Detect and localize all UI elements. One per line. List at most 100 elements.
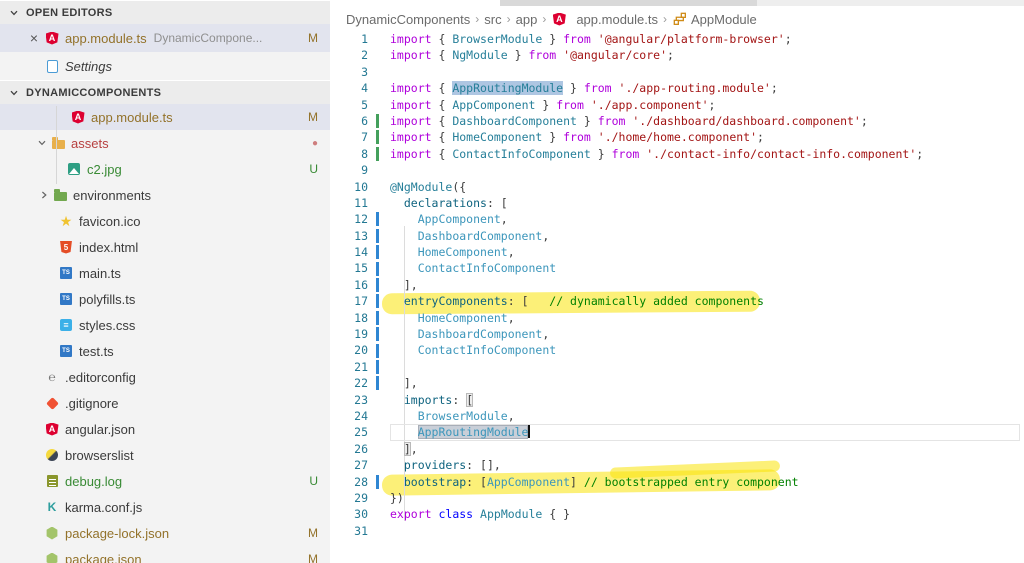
tree-item-karma-conf-js[interactable]: Kkarma.conf.js <box>0 494 330 520</box>
code-line[interactable]: DashboardComponent, <box>390 228 1020 244</box>
code-line[interactable]: ContactInfoComponent <box>390 342 1020 358</box>
tree-item-styles-css[interactable]: ≡ styles.css <box>0 312 330 338</box>
tree-item-environments[interactable]: environments <box>0 182 330 208</box>
code-line[interactable]: HomeComponent, <box>390 310 1020 326</box>
code-line[interactable] <box>390 523 1020 539</box>
line-number: 31 <box>354 523 368 538</box>
code-line[interactable]: imports: [ <box>390 392 1020 408</box>
tree-item-main-ts[interactable]: TS main.ts <box>0 260 330 286</box>
code-line[interactable]: AppRoutingModule <box>390 424 1020 440</box>
line-number: 9 <box>361 163 368 178</box>
tree-item-label: environments <box>73 187 152 203</box>
code-line[interactable]: declarations: [ <box>390 195 1020 211</box>
code-line[interactable]: ], <box>390 277 1020 293</box>
breadcrumb-item-app-module-ts[interactable]: Aapp.module.ts <box>551 11 658 27</box>
browserslist-icon <box>44 447 60 463</box>
folder-green-icon <box>52 187 68 203</box>
tree-item-angular-json[interactable]: Aangular.json <box>0 416 330 442</box>
tree-item-index-html[interactable]: 5 index.html <box>0 234 330 260</box>
code-line[interactable]: import { ContactInfoComponent } from './… <box>390 146 1020 162</box>
breadcrumb-item-src[interactable]: src <box>484 12 501 27</box>
tree-item-package-json[interactable]: package.json M <box>0 546 330 563</box>
chevron-down-icon <box>6 85 22 101</box>
tree-item-label: assets <box>71 135 109 151</box>
open-editor-item[interactable]: Settings <box>0 52 330 80</box>
code-line[interactable] <box>390 64 1020 80</box>
angular-icon: A <box>44 30 60 46</box>
line-number: 26 <box>354 441 368 456</box>
code-line[interactable]: export class AppModule { } <box>390 506 1020 522</box>
code-line[interactable]: AppComponent, <box>390 211 1020 227</box>
code-line[interactable]: import { AppComponent } from './app.comp… <box>390 97 1020 113</box>
tree-item-label: test.ts <box>79 343 114 359</box>
code-line[interactable]: entryComponents: [ // dynamically added … <box>390 293 1020 309</box>
tree-item--editorconfig[interactable]: ℮ .editorconfig <box>0 364 330 390</box>
tree-item-favicon-ico[interactable]: ★ favicon.ico <box>0 208 330 234</box>
code-line[interactable]: bootstrap: [AppComponent] // bootstrappe… <box>390 474 1020 490</box>
tree-item-polyfills-ts[interactable]: TS polyfills.ts <box>0 286 330 312</box>
tree-item-label: karma.conf.js <box>65 499 143 515</box>
code-line[interactable]: import { DashboardComponent } from './da… <box>390 113 1020 129</box>
tree-item-test-ts[interactable]: TS test.ts <box>0 338 330 364</box>
code-line[interactable]: HomeComponent, <box>390 244 1020 260</box>
star-icon: ★ <box>59 212 73 229</box>
tree-item-label: app.module.ts <box>91 109 173 125</box>
tree-item-label: main.ts <box>79 265 121 281</box>
gutter-modified-bar <box>376 376 379 391</box>
line-number: 12 <box>354 212 368 227</box>
line-number: 29 <box>354 490 368 505</box>
gutter-modified-bar <box>376 310 379 325</box>
code-line[interactable]: }) <box>390 490 1020 506</box>
gutter-modified-bar <box>376 343 379 358</box>
open-editors-section-header[interactable]: OPEN EDITORS <box>0 0 330 24</box>
close-editor-icon[interactable]: × <box>24 31 44 45</box>
tree-item-assets[interactable]: assets ● <box>0 130 330 156</box>
code-line[interactable]: ], <box>390 441 1020 457</box>
tree-item-c2-jpg[interactable]: c2.jpg U <box>0 156 330 182</box>
git-status-badge: U <box>309 474 318 488</box>
ts-icon: TS <box>58 291 74 307</box>
code-line[interactable]: DashboardComponent, <box>390 326 1020 342</box>
code-line[interactable] <box>390 162 1020 178</box>
code-line[interactable]: import { HomeComponent } from './home/ho… <box>390 129 1020 145</box>
code-lines: import { BrowserModule } from '@angular/… <box>390 31 1020 539</box>
chevron-down-icon <box>6 5 22 21</box>
tree-item-debug-log[interactable]: debug.log U <box>0 468 330 494</box>
tree-item-browserslist[interactable]: browserslist <box>0 442 330 468</box>
tab-strip-remnant <box>757 0 1024 6</box>
tree-item-label: .editorconfig <box>65 369 136 385</box>
tree-item--gitignore[interactable]: .gitignore <box>0 390 330 416</box>
breadcrumb-item-dynamiccomponents[interactable]: DynamicComponents <box>346 12 470 27</box>
code-line[interactable]: providers: [], <box>390 457 1020 473</box>
tree-item-app-module-ts[interactable]: Aapp.module.ts M <box>0 104 330 130</box>
line-number: 20 <box>354 343 368 358</box>
code-line[interactable]: @NgModule({ <box>390 179 1020 195</box>
gutter-added-bar <box>376 114 379 128</box>
breadcrumb-label: src <box>484 11 502 27</box>
line-number: 15 <box>354 261 368 276</box>
line-number: 3 <box>361 64 368 79</box>
code-line[interactable] <box>390 359 1020 375</box>
open-editor-item[interactable]: × Aapp.module.ts DynamicCompone... M <box>0 24 330 52</box>
folder-orange-icon <box>50 135 66 151</box>
line-number: 25 <box>354 425 368 440</box>
breadcrumb-separator: › <box>542 12 547 26</box>
image-icon <box>66 161 82 177</box>
code-line[interactable]: ], <box>390 375 1020 391</box>
project-section-header[interactable]: DYNAMICCOMPONENTS <box>0 80 330 104</box>
code-line[interactable]: ContactInfoComponent <box>390 260 1020 276</box>
line-number: 14 <box>354 245 368 260</box>
code-line[interactable]: BrowserModule, <box>390 408 1020 424</box>
breadcrumb-label: DynamicComponents <box>346 11 471 27</box>
code-editor[interactable]: 1 2 3 4 5 6 7 8 9 10 11 12 13 14 15 16 17 18 19 20 21 22 23 24 2… <box>330 31 1024 563</box>
tree-item-package-lock-json[interactable]: package-lock.json M <box>0 520 330 546</box>
breadcrumb-item-appmodule[interactable]: AppModule <box>672 12 757 27</box>
git-status-badge: M <box>308 31 318 45</box>
tree-item-label: package.json <box>65 551 142 563</box>
code-line[interactable]: import { BrowserModule } from '@angular/… <box>390 31 1020 47</box>
breadcrumb-label: app.module.ts <box>576 11 658 27</box>
breadcrumb-item-app[interactable]: app <box>516 12 538 27</box>
code-line[interactable]: import { NgModule } from '@angular/core'… <box>390 47 1020 63</box>
code-line[interactable]: import { AppRoutingModule } from './app-… <box>390 80 1020 96</box>
karma-icon: K <box>47 500 57 514</box>
